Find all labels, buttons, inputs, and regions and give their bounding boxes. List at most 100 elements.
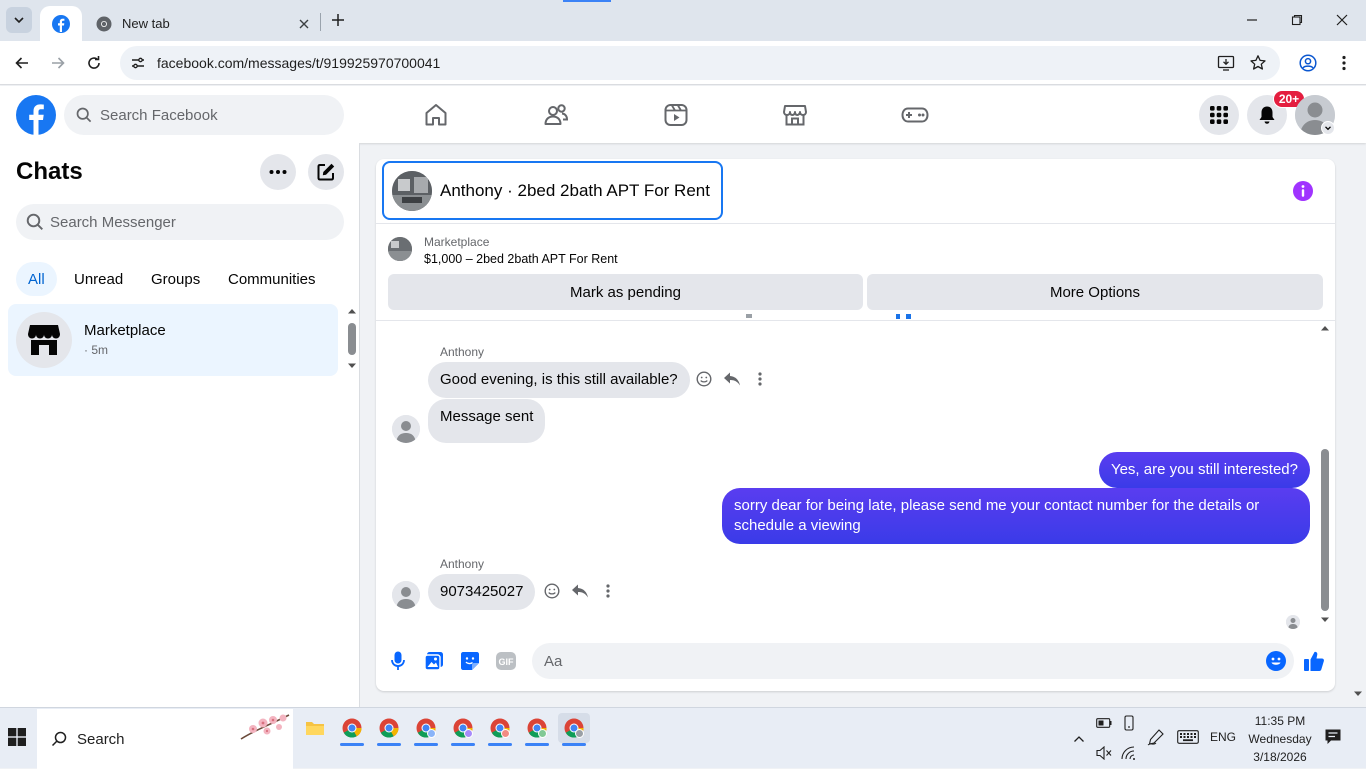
message-bubble-incoming[interactable]: Message sent [428, 399, 546, 443]
message-input[interactable] [544, 652, 1244, 670]
show-hidden-icons-button[interactable] [1070, 730, 1088, 748]
restore-button[interactable] [1285, 8, 1309, 32]
chat-options-button[interactable] [260, 154, 296, 190]
avatar-placeholder-icon [1286, 615, 1300, 629]
site-info-icon[interactable] [128, 53, 148, 73]
sidebar-scrollbar[interactable] [348, 323, 356, 355]
filter-groups[interactable]: Groups [139, 262, 212, 296]
listing-title[interactable]: $1,000 – 2bed 2bath APT For Rent [424, 252, 618, 266]
taskbar-chrome-6[interactable] [521, 713, 553, 746]
browser-menu-button[interactable] [1332, 51, 1356, 75]
volume-indicator[interactable] [1095, 744, 1113, 762]
account-menu-button[interactable] [1321, 121, 1335, 135]
more-options-button[interactable]: More Options [867, 274, 1323, 310]
nav-gaming[interactable] [900, 100, 930, 130]
taskbar-chrome-4[interactable] [447, 713, 479, 746]
filter-all[interactable]: All [16, 262, 57, 296]
sender-avatar[interactable] [392, 581, 420, 609]
close-tab-button[interactable] [294, 14, 314, 34]
new-tab-button[interactable] [328, 10, 348, 30]
device-indicator[interactable] [1120, 714, 1138, 732]
page-scroll-down[interactable] [1352, 690, 1364, 698]
sidebar-scroll-down[interactable] [346, 362, 358, 370]
reply-button[interactable] [722, 369, 742, 389]
bookmark-button[interactable] [1247, 52, 1269, 74]
conversation-info-button[interactable] [1293, 181, 1313, 201]
taskbar-chrome-active[interactable] [558, 713, 590, 746]
nav-home[interactable] [421, 100, 451, 130]
message-more-button[interactable] [598, 581, 618, 601]
system-clock[interactable]: 11:35 PM Wednesday 3/18/2026 [1240, 712, 1320, 766]
messages-scroll-up[interactable] [1319, 324, 1331, 332]
chat-item-marketplace[interactable]: Marketplace · 5m [8, 304, 338, 376]
notification-center-button[interactable] [1324, 728, 1344, 748]
home-icon [425, 104, 447, 126]
nav-friends[interactable] [541, 100, 571, 130]
emoji-button[interactable] [1266, 651, 1286, 671]
mark-as-pending-button[interactable]: Mark as pending [388, 274, 863, 310]
messenger-search-input[interactable] [50, 213, 320, 231]
tab-search-button[interactable] [6, 7, 32, 33]
minimize-button[interactable] [1240, 8, 1264, 32]
facebook-search[interactable] [64, 95, 344, 135]
message-more-button[interactable] [750, 369, 770, 389]
more-vertical-icon [1342, 55, 1346, 71]
react-button[interactable] [542, 581, 562, 601]
filter-unread[interactable]: Unread [62, 262, 135, 296]
react-button[interactable] [694, 369, 714, 389]
messages-scroll-down[interactable] [1319, 616, 1331, 624]
facebook-icon [16, 95, 56, 135]
attach-photo-button[interactable] [423, 650, 445, 672]
nav-marketplace[interactable] [780, 100, 810, 130]
taskbar-chrome-5[interactable] [484, 713, 516, 746]
chat-time: · 5m [84, 343, 108, 357]
reload-button[interactable] [82, 51, 106, 75]
taskbar-search[interactable]: Search [37, 709, 293, 769]
battery-indicator[interactable] [1095, 714, 1113, 732]
sender-avatar[interactable] [392, 415, 420, 443]
gif-button[interactable]: GIF [495, 650, 517, 672]
chrome-profile-icon [453, 718, 473, 738]
messenger-search[interactable] [16, 204, 344, 240]
start-button[interactable] [8, 728, 28, 748]
taskbar-chrome-3[interactable] [410, 713, 442, 746]
pen-menu-button[interactable] [1147, 728, 1165, 746]
message-bubble-incoming[interactable]: Good evening, is this still available? [428, 362, 690, 398]
chrome-profile-icon [564, 718, 584, 738]
new-message-button[interactable] [308, 154, 344, 190]
conversation-header[interactable]: Anthony · 2bed 2bath APT For Rent [382, 161, 723, 220]
messages-scrollbar[interactable] [1321, 449, 1329, 611]
taskbar-chrome-2[interactable] [373, 713, 405, 746]
message-bubble-outgoing[interactable]: Yes, are you still interested? [1098, 452, 1310, 488]
profile-button[interactable] [1296, 51, 1320, 75]
message-composer[interactable] [532, 643, 1294, 679]
reply-button[interactable] [570, 581, 590, 601]
clock-time: 11:35 PM [1254, 714, 1306, 728]
wifi-icon [1121, 746, 1135, 760]
menu-button[interactable] [1199, 95, 1239, 135]
back-button[interactable] [10, 51, 34, 75]
tab-facebook[interactable] [40, 6, 82, 41]
address-bar[interactable]: facebook.com/messages/t/919925970700041 [120, 46, 1280, 80]
network-indicator[interactable] [1120, 744, 1138, 762]
forward-button[interactable] [46, 51, 70, 75]
sidebar-scroll-up[interactable] [346, 307, 358, 315]
tab-title: New tab [122, 16, 170, 31]
facebook-logo[interactable] [16, 95, 56, 135]
close-window-button[interactable] [1330, 8, 1354, 32]
input-language[interactable]: ENG [1210, 730, 1236, 744]
message-bubble-outgoing[interactable]: sorry dear for being late, please send m… [722, 488, 1310, 544]
install-app-button[interactable] [1215, 52, 1237, 74]
filter-communities[interactable]: Communities [216, 262, 328, 296]
taskbar-chrome-1[interactable] [336, 713, 368, 746]
message-bubble-incoming[interactable]: 9073425027 [428, 574, 536, 610]
touch-keyboard-button[interactable] [1177, 728, 1199, 746]
voice-clip-button[interactable] [387, 650, 409, 672]
facebook-search-input[interactable] [100, 106, 320, 124]
sticker-button[interactable] [459, 650, 481, 672]
tab-new-tab[interactable]: New tab [88, 6, 320, 41]
url-text: facebook.com/messages/t/919925970700041 [157, 55, 441, 71]
like-button[interactable] [1302, 649, 1326, 673]
taskbar-file-explorer[interactable] [299, 713, 331, 743]
nav-watch[interactable] [661, 100, 691, 130]
